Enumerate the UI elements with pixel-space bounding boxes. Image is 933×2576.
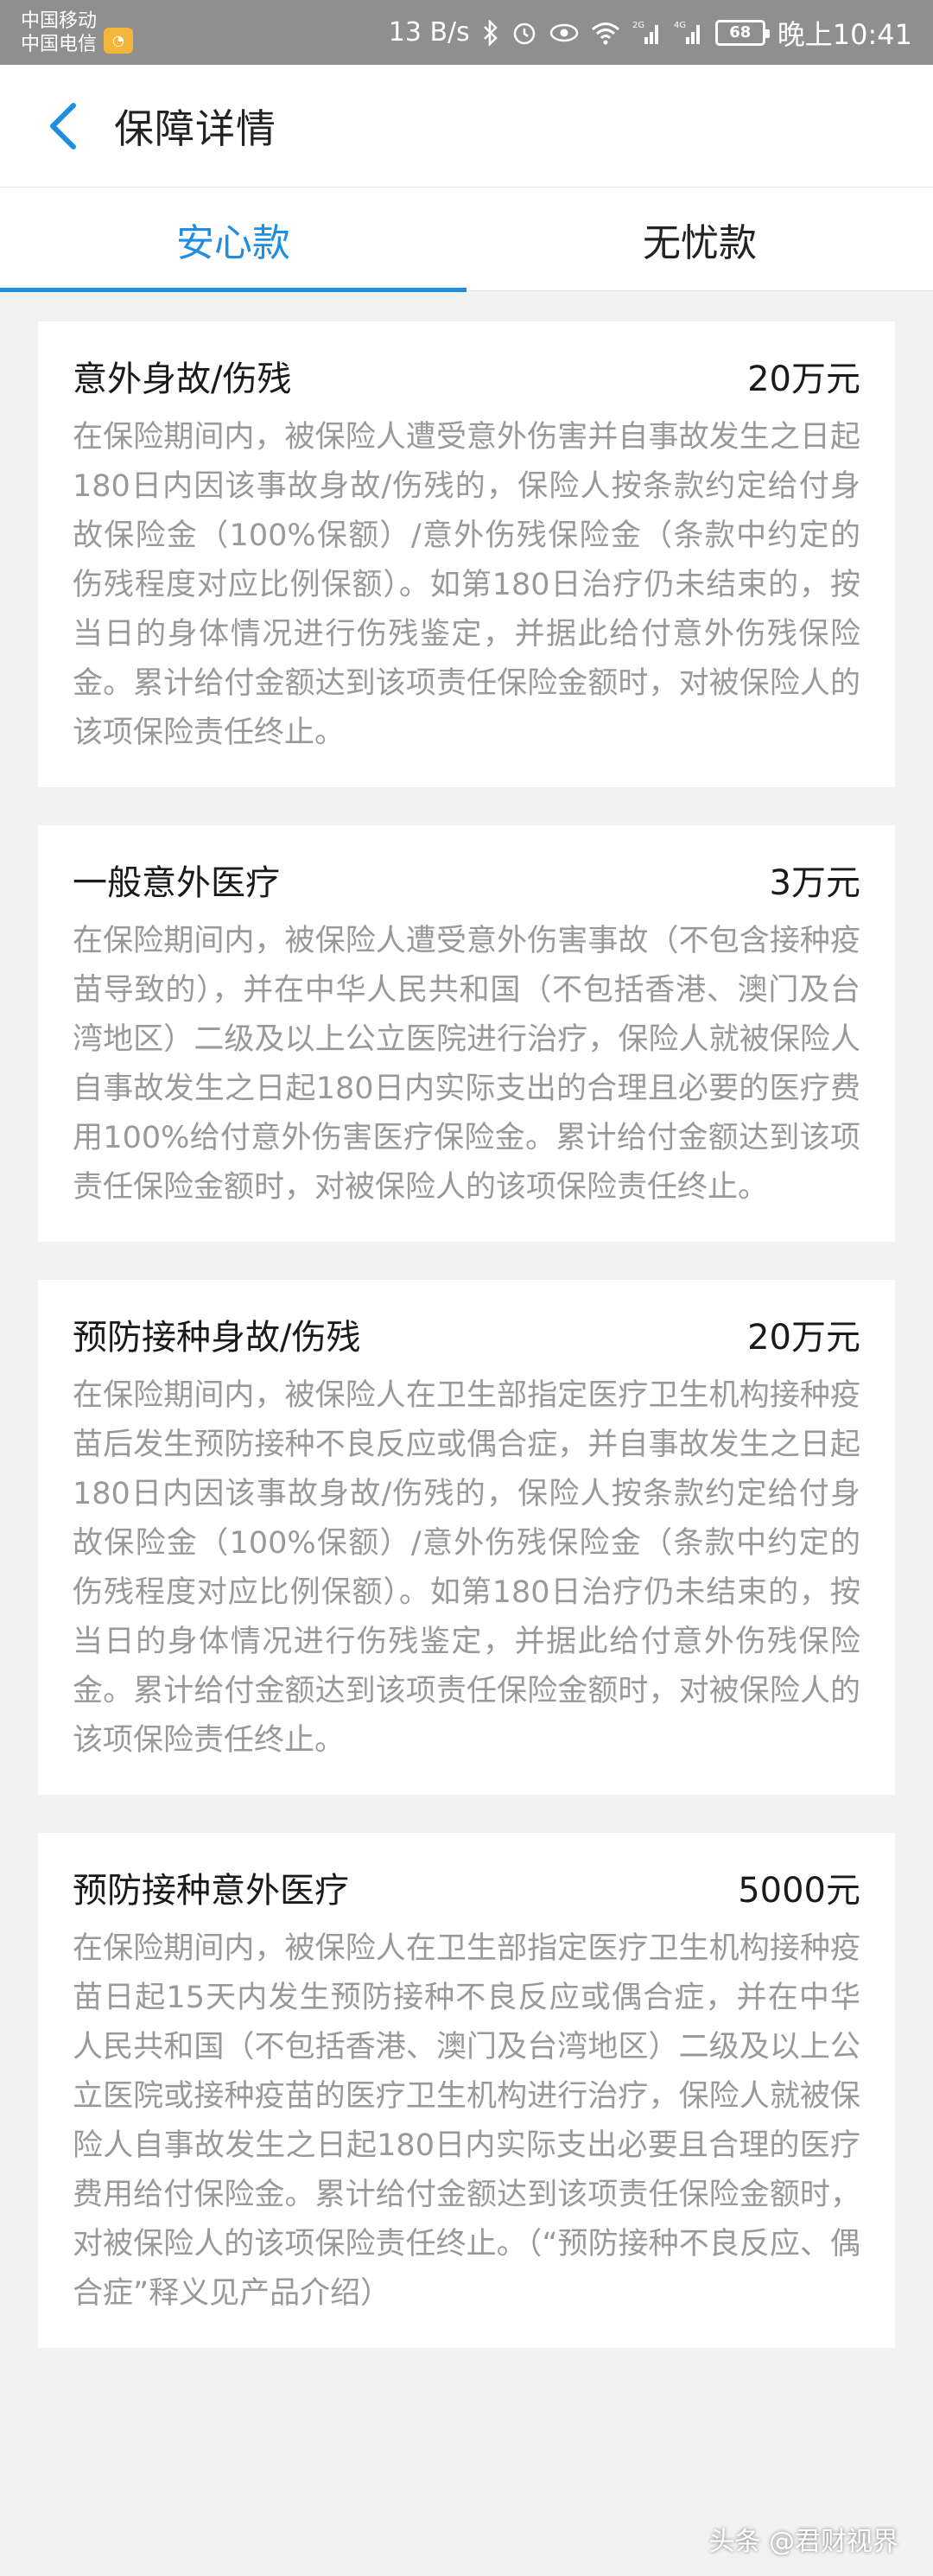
signal-icon: 4G: [674, 20, 703, 46]
watermark: 头条 @君财视界: [708, 2520, 898, 2558]
coverage-description: 在保险期间内，被保险人遭受意外伤害并自事故发生之日起180日内因该事故身故/伤残…: [73, 420, 860, 750]
coverage-title: 意外身故/伤残: [73, 359, 292, 399]
page-title: 保障详情: [114, 105, 276, 152]
carrier-1: 中国移动: [21, 10, 98, 32]
coverage-title: 一般意外医疗: [73, 863, 280, 903]
alarm-icon: [511, 20, 537, 46]
coverage-card: 预防接种身故/伤残 20万元 在保险期间内，被保险人在卫生部指定医疗卫生机构接种…: [38, 1280, 895, 1795]
header-bar: 保障详情: [0, 65, 933, 188]
coverage-amount: 20万元: [747, 359, 860, 399]
chevron-left-icon: [50, 102, 76, 149]
coverage-list: 意外身故/伤残 20万元 在保险期间内，被保险人遭受意外伤害并自事故发生之日起1…: [38, 321, 895, 2386]
coverage-card: 预防接种意外医疗 5000元 在保险期间内，被保险人在卫生部指定医疗卫生机构接种…: [38, 1833, 895, 2348]
coverage-description: 在保险期间内，被保险人遭受意外伤害事故（不包含接种疫苗导致的），并在中华人民共和…: [73, 924, 860, 1205]
coverage-amount: 3万元: [769, 863, 860, 903]
plan-tabs: 安心款 无忧款: [0, 188, 933, 292]
watermark-text: 头条 @君财视界: [708, 2527, 898, 2557]
coverage-title: 预防接种意外医疗: [73, 1871, 349, 1911]
back-button[interactable]: [24, 87, 102, 165]
carrier-info: 中国移动 中国电信 ◔: [21, 10, 134, 56]
signal-icon: 2G: [632, 20, 662, 46]
status-bar: 中国移动 中国电信 ◔ 13 B/s 2G 4G 68 晚上10:41: [0, 0, 933, 65]
svg-text:2G: 2G: [632, 21, 644, 30]
bluetooth-icon: [482, 19, 499, 46]
coverage-description: 在保险期间内，被保险人在卫生部指定医疗卫生机构接种疫苗日起15天内发生预防接种不…: [73, 1931, 860, 2311]
app-notification-icon: ◔: [104, 27, 134, 54]
coverage-amount: 20万元: [747, 1318, 860, 1358]
coverage-card: 意外身故/伤残 20万元 在保险期间内，被保险人遭受意外伤害并自事故发生之日起1…: [38, 321, 895, 787]
coverage-description: 在保险期间内，被保险人在卫生部指定医疗卫生机构接种疫苗后发生预防接种不良反应或偶…: [73, 1378, 860, 1758]
coverage-title: 预防接种身故/伤残: [73, 1318, 361, 1358]
carrier-2: 中国电信: [21, 33, 98, 55]
network-speed: 13 B/s: [388, 17, 470, 48]
coverage-amount: 5000元: [738, 1871, 860, 1911]
clock: 晚上10:41: [777, 17, 912, 51]
battery-icon: 68: [714, 19, 770, 46]
eye-icon: [549, 22, 579, 44]
tab-anxin[interactable]: 安心款: [0, 188, 466, 292]
coverage-card: 一般意外医疗 3万元 在保险期间内，被保险人遭受意外伤害事故（不包含接种疫苗导致…: [38, 825, 895, 1242]
tab-wuyou[interactable]: 无忧款: [466, 188, 933, 291]
wifi-icon: [591, 21, 620, 45]
svg-text:4G: 4G: [674, 21, 686, 30]
